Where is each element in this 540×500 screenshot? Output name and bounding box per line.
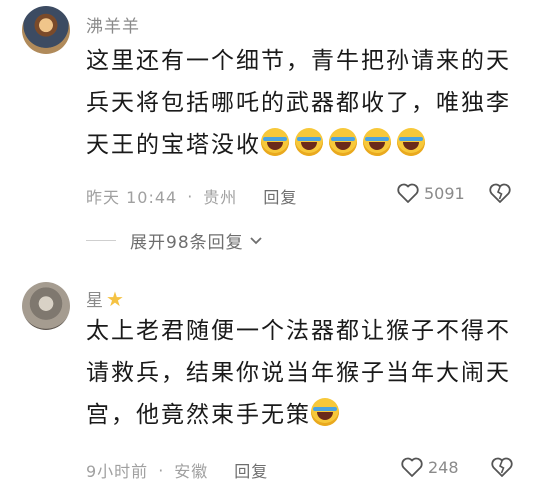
username[interactable]: 沸羊羊 bbox=[86, 12, 140, 37]
comment-body: 太上老君随便一个法器都让猴子不得不请救兵，结果你说当年猴子当年大闹天宫，他竟然束… bbox=[86, 318, 511, 428]
separator: · bbox=[187, 186, 194, 206]
divider bbox=[86, 240, 116, 241]
laughing-crying-emoji-icon bbox=[261, 128, 289, 156]
laughing-crying-emoji-icon bbox=[329, 128, 357, 156]
laughing-crying-emoji-icon bbox=[295, 128, 323, 156]
username[interactable]: 星 ★ bbox=[86, 286, 125, 311]
location: 安徽 bbox=[174, 462, 209, 481]
broken-heart-icon[interactable] bbox=[490, 456, 514, 478]
reply-button[interactable]: 回复 bbox=[234, 458, 268, 482]
heart-icon bbox=[397, 183, 419, 203]
star-icon: ★ bbox=[106, 287, 125, 311]
laughing-crying-emoji-icon bbox=[397, 128, 425, 156]
like-button[interactable]: 5091 bbox=[396, 182, 465, 204]
location: 贵州 bbox=[203, 188, 238, 207]
avatar[interactable] bbox=[22, 282, 70, 330]
heart-icon bbox=[401, 457, 423, 477]
broken-heart-icon[interactable] bbox=[488, 182, 512, 204]
username-text: 星 bbox=[86, 291, 104, 311]
avatar[interactable] bbox=[22, 6, 70, 54]
comment-meta: 昨天 10:44 · 贵州 回复 bbox=[86, 184, 297, 208]
like-count: 5091 bbox=[424, 183, 465, 203]
separator: · bbox=[158, 460, 165, 480]
timestamp: 昨天 10:44 bbox=[86, 188, 178, 207]
comment-text: 这里还有一个细节，青牛把孙请来的天兵天将包括哪吒的武器都收了，唯独李天王的宝塔没… bbox=[86, 40, 526, 166]
laughing-crying-emoji-icon bbox=[311, 398, 339, 426]
comment-meta: 9小时前 · 安徽 回复 bbox=[86, 458, 268, 482]
chevron-down-icon bbox=[250, 236, 262, 244]
reply-button[interactable]: 回复 bbox=[263, 184, 297, 208]
expand-replies-label: 展开98条回复 bbox=[130, 233, 244, 253]
like-count: 248 bbox=[428, 457, 459, 477]
expand-replies-button[interactable]: 展开98条回复 bbox=[86, 228, 264, 253]
timestamp: 9小时前 bbox=[86, 462, 149, 481]
laughing-crying-emoji-icon bbox=[363, 128, 391, 156]
like-button[interactable]: 248 bbox=[400, 456, 459, 478]
comment-text: 太上老君随便一个法器都让猴子不得不请救兵，结果你说当年猴子当年大闹天宫，他竟然束… bbox=[86, 310, 526, 436]
